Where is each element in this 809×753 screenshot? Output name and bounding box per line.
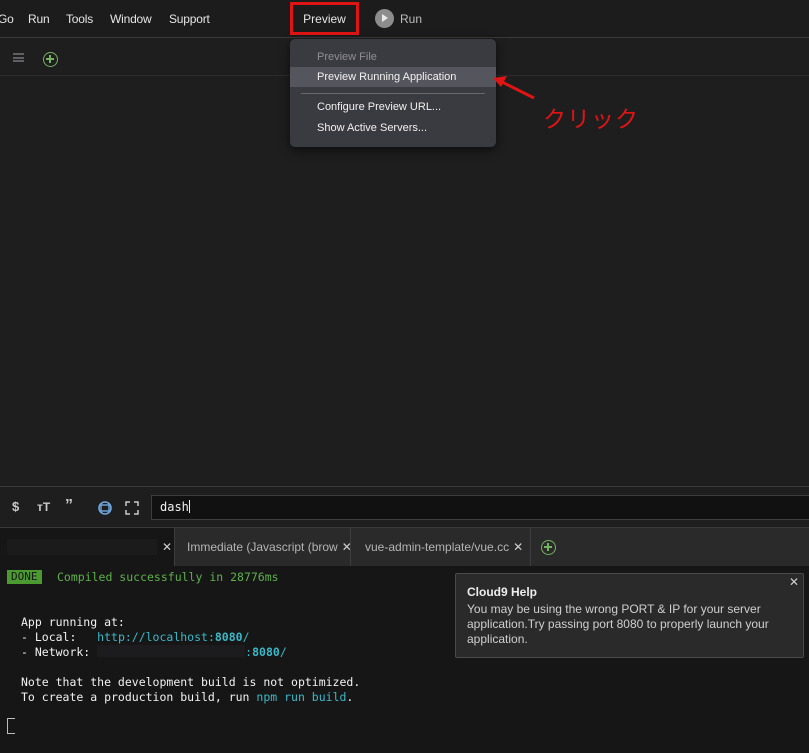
menu-run[interactable]: Run	[28, 12, 50, 26]
menu-bar: Go Run Tools Window Support Preview Run	[0, 0, 809, 38]
close-icon[interactable]: ✕	[162, 540, 172, 554]
play-icon	[375, 9, 394, 28]
help-body: You may be using the wrong PORT & IP for…	[467, 602, 769, 646]
menu-item-show-active-servers[interactable]: Show Active Servers...	[290, 118, 496, 138]
fullscreen-icon[interactable]	[125, 501, 139, 515]
preview-dropdown-menu: Preview File Preview Running Application…	[290, 39, 496, 147]
menu-item-preview-running-application[interactable]: Preview Running Application	[290, 67, 496, 87]
network-label: - Network:	[21, 645, 98, 659]
local-url-line: - Local: http://localhost:8080/	[21, 630, 250, 644]
note2-period: .	[346, 690, 354, 704]
tab-label-vue-admin: vue-admin-template/vue.cc	[365, 540, 510, 554]
menu-item-preview-file[interactable]: Preview File	[290, 47, 496, 67]
network-port: 8080	[252, 645, 280, 659]
close-icon[interactable]: ✕	[342, 540, 350, 554]
command-input-value: dash	[160, 500, 189, 514]
note-line-1: Note that the development build is not o…	[21, 675, 361, 689]
run-button[interactable]: Run	[375, 9, 422, 28]
npm-build-command: npm run build	[256, 690, 347, 704]
menu-go[interactable]: Go	[0, 12, 14, 26]
redacted-tab-title	[7, 539, 157, 555]
terminal-tab-active[interactable]: ✕	[0, 528, 175, 566]
run-button-label: Run	[400, 11, 423, 26]
note-line-2: To create a production build, run npm ru…	[21, 690, 353, 704]
close-icon[interactable]: ✕	[513, 540, 523, 554]
text-size-icon[interactable]: ᴛT	[37, 500, 50, 514]
preview-menu-label: Preview	[303, 11, 346, 26]
note2-text: To create a production build, run	[21, 690, 257, 704]
network-url-line: - Network: :8080/	[21, 645, 287, 659]
menu-icon[interactable]	[13, 53, 24, 62]
local-url-slash: /	[242, 630, 250, 644]
text-cursor	[188, 500, 190, 513]
cloud9-help-popup: ✕ Cloud9 Help You may be using the wrong…	[455, 573, 804, 658]
terminal-tab-bar: ✕ Immediate (Javascript (brow ✕ vue-admi…	[0, 527, 809, 566]
local-label: - Local:	[21, 630, 98, 644]
compiled-message: Compiled successfully in 28776ms	[57, 570, 279, 584]
menu-tools[interactable]: Tools	[66, 12, 93, 26]
menu-divider	[301, 93, 485, 94]
annotation-arrow-icon	[493, 76, 535, 100]
close-icon[interactable]: ✕	[789, 575, 799, 589]
menu-item-configure-preview-url[interactable]: Configure Preview URL...	[290, 97, 496, 117]
done-badge: DONE	[7, 570, 42, 584]
annotation-label: クリック	[543, 107, 639, 133]
terminal-command-input[interactable]: dash	[151, 495, 809, 520]
network-url-slash: /	[279, 645, 287, 659]
add-tab-icon[interactable]	[43, 52, 58, 67]
terminal-tab-immediate[interactable]: Immediate (Javascript (brow ✕	[175, 528, 351, 566]
menu-support[interactable]: Support	[169, 12, 210, 26]
preview-menu-button[interactable]: Preview	[290, 2, 359, 35]
dollar-icon[interactable]: $	[12, 499, 19, 514]
add-terminal-tab-icon[interactable]	[541, 540, 556, 555]
help-title: Cloud9 Help	[467, 585, 538, 599]
terminal-tab-vue-admin[interactable]: vue-admin-template/vue.cc ✕	[351, 528, 531, 566]
sync-icon[interactable]	[96, 499, 114, 517]
terminal-cursor	[7, 718, 15, 734]
local-url[interactable]: http://localhost:	[97, 630, 215, 644]
menu-window[interactable]: Window	[110, 12, 152, 26]
quote-icon[interactable]: ”	[65, 497, 73, 515]
app-running-line: App running at:	[21, 615, 125, 629]
tab-label-immediate: Immediate (Javascript (brow	[187, 540, 338, 554]
redacted-network-host	[97, 645, 246, 657]
local-port: 8080	[214, 630, 243, 644]
